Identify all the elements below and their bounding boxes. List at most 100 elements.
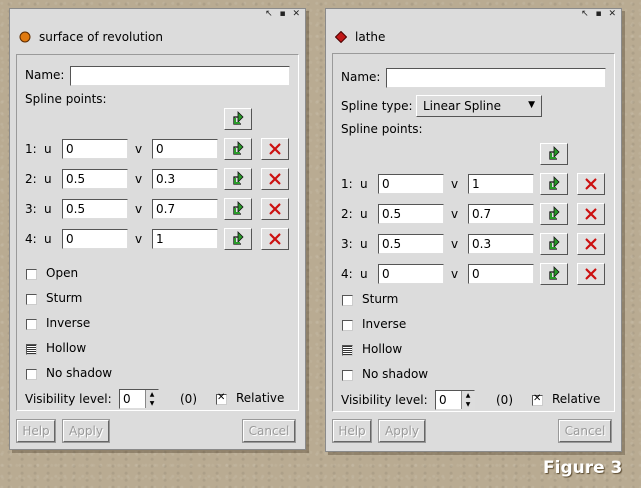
u-input-1[interactable]: 0 [62,139,128,159]
delete-point-button[interactable] [577,263,605,285]
inverse-checkbox[interactable] [26,319,37,330]
u-label: u [360,267,368,281]
insert-point-button[interactable] [540,263,568,285]
spinner-arrows-icon[interactable]: ▲ ▼ [461,391,474,409]
delete-x-icon [584,177,598,191]
delete-point-button[interactable] [577,233,605,255]
delete-point-button[interactable] [261,168,289,190]
u-label: u [44,142,52,156]
delete-x-icon [268,232,282,246]
sturm-label: Sturm [46,291,83,305]
visibility-level-spinner[interactable]: 0 ▲ ▼ [435,390,475,410]
window-controls[interactable]: ↖ ▪ ✕ [581,10,618,19]
delete-x-icon [268,202,282,216]
spline-type-label: Spline type: [341,99,413,113]
help-button[interactable]: Help [332,419,372,443]
add-point-icon [546,146,562,162]
apply-button[interactable]: Apply [62,419,110,443]
u-input-2[interactable]: 0.5 [378,204,444,224]
window-title: lathe [355,30,386,44]
v-input-1[interactable]: 0 [152,139,218,159]
relative-checkbox[interactable] [216,392,227,405]
add-first-point-button[interactable] [224,108,252,130]
delete-point-button[interactable] [577,173,605,195]
name-label: Name: [25,68,65,82]
title-bar[interactable]: ↖ ▪ ✕ lathe [326,9,621,47]
v-label: v [135,202,143,216]
add-point-icon [230,111,246,127]
spinner-arrows-icon[interactable]: ▲ ▼ [145,390,158,408]
u-input-3[interactable]: 0.5 [378,234,444,254]
cancel-button[interactable]: Cancel [242,419,296,443]
delete-x-icon [584,237,598,251]
inverse-checkbox[interactable] [342,320,353,331]
v-input-3[interactable]: 0.7 [152,199,218,219]
no-shadow-checkbox[interactable] [26,369,37,380]
insert-point-button[interactable] [224,168,252,190]
delete-point-button[interactable] [577,203,605,225]
u-input-3[interactable]: 0.5 [62,199,128,219]
open-checkbox[interactable] [26,269,37,280]
name-input[interactable] [70,66,290,86]
hollow-checkbox[interactable] [342,345,353,356]
v-input-2[interactable]: 0.3 [152,169,218,189]
insert-point-button[interactable] [224,228,252,250]
v-input-3[interactable]: 0.3 [468,234,534,254]
v-input-2[interactable]: 0.7 [468,204,534,224]
add-first-point-button[interactable] [540,143,568,165]
add-point-icon [230,141,246,157]
v-label: v [451,237,459,251]
title-bar[interactable]: ↖ ▪ ✕ surface of revolution [10,9,305,47]
delete-x-icon [584,267,598,281]
properties-panel: Name: Spline type: Linear Spline ▼ Splin… [332,53,615,412]
add-point-icon [230,201,246,217]
insert-point-button[interactable] [224,138,252,160]
v-label: v [451,267,459,281]
delete-point-button[interactable] [261,198,289,220]
v-input-1[interactable]: 1 [468,174,534,194]
cancel-button[interactable]: Cancel [558,419,612,443]
delete-point-button[interactable] [261,138,289,160]
spline-points-label: Spline points: [341,122,423,136]
add-point-icon [546,266,562,282]
insert-point-button[interactable] [224,198,252,220]
delete-point-button[interactable] [261,228,289,250]
u-input-4[interactable]: 0 [62,229,128,249]
point-index: 1: [25,142,37,156]
spline-points-label: Spline points: [25,92,107,106]
name-label: Name: [341,70,381,84]
visibility-level-readout: (0) [180,392,197,406]
insert-point-button[interactable] [540,203,568,225]
point-index: 1: [341,177,353,191]
visibility-level-readout: (0) [496,393,513,407]
u-input-2[interactable]: 0.5 [62,169,128,189]
insert-point-button[interactable] [540,233,568,255]
relative-checkbox[interactable] [532,393,543,406]
hollow-label: Hollow [46,341,87,355]
figure-caption: Figure 3 [543,458,623,478]
window-controls[interactable]: ↖ ▪ ✕ [265,10,302,19]
lathe-dialog: ↖ ▪ ✕ lathe Name: Spline type: Linear Sp… [325,8,622,452]
spline-type-dropdown[interactable]: Linear Spline ▼ [416,95,542,117]
no-shadow-checkbox[interactable] [342,370,353,381]
name-input[interactable] [386,68,606,88]
visibility-level-label: Visibility level: [341,393,428,407]
v-input-4[interactable]: 1 [152,229,218,249]
point-index: 3: [25,202,37,216]
sturm-checkbox[interactable] [26,294,37,305]
delete-x-icon [584,207,598,221]
spline-type-value: Linear Spline [423,99,501,113]
sturm-checkbox[interactable] [342,295,353,306]
hollow-checkbox[interactable] [26,344,37,355]
insert-point-button[interactable] [540,173,568,195]
u-input-1[interactable]: 0 [378,174,444,194]
help-button[interactable]: Help [16,419,56,443]
visibility-level-spinner[interactable]: 0 ▲ ▼ [119,389,159,409]
v-input-4[interactable]: 0 [468,264,534,284]
relative-label: Relative [236,391,285,405]
u-input-4[interactable]: 0 [378,264,444,284]
hollow-label: Hollow [362,342,403,356]
apply-button[interactable]: Apply [378,419,426,443]
no-shadow-label: No shadow [362,367,429,381]
point-index: 2: [341,207,353,221]
